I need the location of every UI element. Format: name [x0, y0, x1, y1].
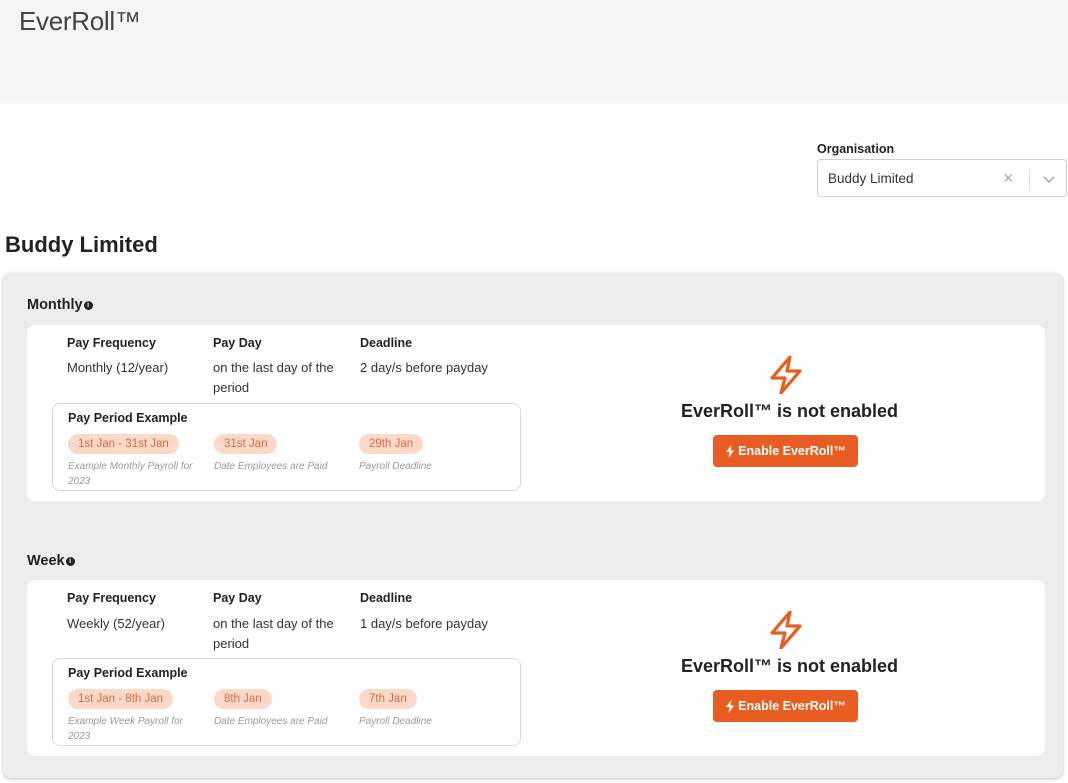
- period-caption: Example Week Payroll for 2023: [68, 716, 183, 742]
- section-title-monthly: Monthly i: [27, 297, 93, 313]
- paid-date-caption: Date Employees are Paid: [214, 716, 328, 727]
- paid-date-caption: Date Employees are Paid: [214, 461, 328, 472]
- page-title: Buddy Limited: [5, 232, 158, 257]
- enable-everroll-button[interactable]: Enable EverRoll™: [713, 435, 858, 467]
- organisation-label: Organisation: [817, 142, 895, 156]
- app-title: EverRoll™: [19, 6, 141, 36]
- top-bar: EverRoll™: [0, 0, 1068, 103]
- period-caption: Example Monthly Payroll for 2023: [68, 461, 193, 487]
- section-title-text: Week: [27, 553, 65, 569]
- everroll-status: EverRoll™ is not enabled: [681, 401, 899, 421]
- deadline-value: 2 day/s before payday: [360, 360, 488, 375]
- pay-day-value: on the last day of the period: [213, 360, 334, 395]
- clear-icon[interactable]: ×: [1003, 168, 1014, 188]
- pay-period-example: Pay Period Example 1st Jan - 8th Jan 8th…: [52, 658, 521, 746]
- organisation-select[interactable]: Buddy Limited ×: [817, 159, 1067, 197]
- organisation-select-value: Buddy Limited: [828, 171, 914, 186]
- lightning-bolt-icon: [770, 611, 802, 649]
- pay-schedule-card-week: Pay Frequency Pay Day Deadline Weekly (5…: [27, 580, 1045, 756]
- pay-day-header: Pay Day: [213, 336, 262, 350]
- deadline-badge: 7th Jan: [359, 689, 417, 709]
- pay-period-example-title: Pay Period Example: [68, 411, 188, 425]
- lightning-bolt-icon: [770, 356, 802, 394]
- pay-period-example: Pay Period Example 1st Jan - 31st Jan 31…: [52, 403, 521, 491]
- deadline-value: 1 day/s before payday: [360, 616, 488, 631]
- period-badge: 1st Jan - 8th Jan: [68, 689, 174, 709]
- everroll-status: EverRoll™ is not enabled: [681, 656, 899, 676]
- enable-everroll-label: Enable EverRoll™: [738, 699, 846, 713]
- select-separator: [1029, 169, 1030, 189]
- paid-date-badge: 8th Jan: [214, 689, 272, 709]
- paid-date-badge: 31st Jan: [214, 434, 278, 454]
- pay-period-example-title: Pay Period Example: [68, 666, 188, 680]
- pay-frequency-header: Pay Frequency: [67, 336, 156, 350]
- deadline-header: Deadline: [360, 336, 413, 350]
- pay-frequency-value: Weekly (52/year): [67, 616, 166, 631]
- pay-day-header: Pay Day: [213, 591, 262, 605]
- lightning-bolt-icon: [726, 444, 735, 458]
- section-title-text: Monthly: [27, 297, 83, 313]
- period-badge: 1st Jan - 31st Jan: [68, 434, 179, 454]
- deadline-header: Deadline: [360, 591, 413, 605]
- pay-frequency-value: Monthly (12/year): [67, 360, 169, 375]
- lightning-bolt-icon: [726, 699, 735, 713]
- pay-schedules-panel: Monthly i Pay Frequency Pay Day Deadline …: [3, 273, 1063, 778]
- pay-frequency-header: Pay Frequency: [67, 591, 156, 605]
- enable-everroll-button[interactable]: Enable EverRoll™: [713, 690, 858, 722]
- pay-schedule-card-monthly: Pay Frequency Pay Day Deadline Monthly (…: [27, 325, 1045, 501]
- chevron-down-icon[interactable]: [1042, 172, 1056, 186]
- info-icon[interactable]: i: [65, 556, 75, 566]
- enable-everroll-label: Enable EverRoll™: [738, 444, 846, 458]
- section-title-week: Week i: [27, 553, 75, 569]
- pay-day-value: on the last day of the period: [213, 616, 334, 651]
- deadline-badge: 29th Jan: [359, 434, 424, 454]
- deadline-caption: Payroll Deadline: [359, 716, 432, 727]
- deadline-caption: Payroll Deadline: [359, 461, 432, 472]
- info-icon[interactable]: i: [83, 300, 93, 310]
